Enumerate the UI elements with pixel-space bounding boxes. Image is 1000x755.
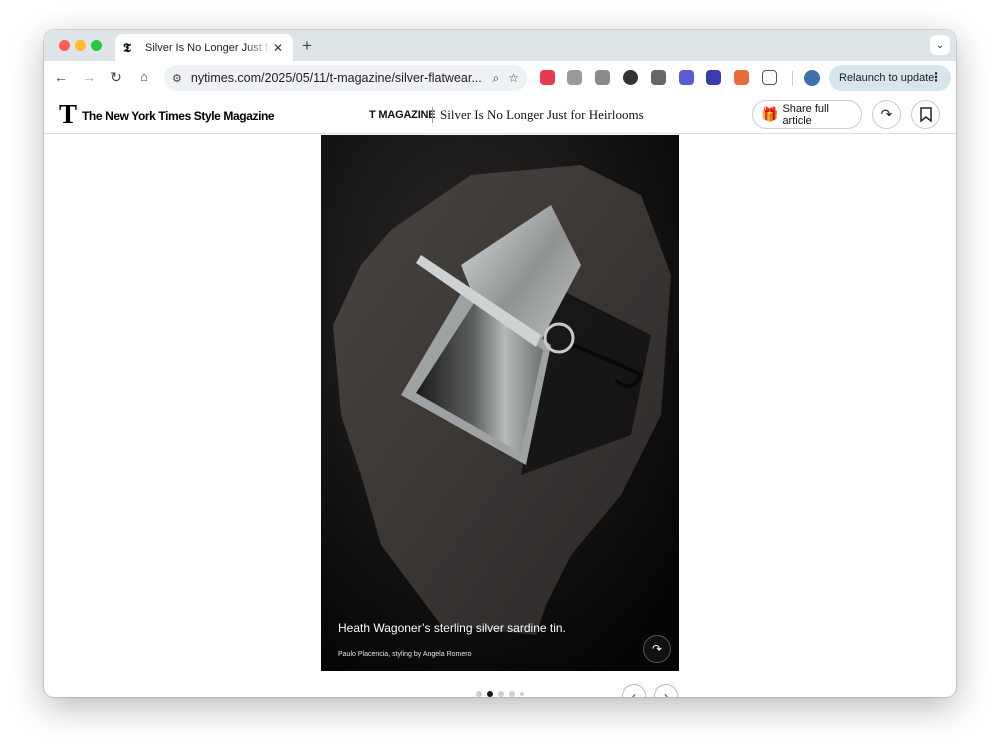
toolbar-divider xyxy=(792,71,793,86)
share-full-article-button[interactable]: 🎁 Share full article xyxy=(752,100,862,129)
next-slide-button[interactable]: › xyxy=(654,684,678,697)
sardine-tin-photo xyxy=(321,135,679,671)
bookmark-icon xyxy=(919,107,932,122)
header-divider xyxy=(432,107,433,123)
slide-dot-5[interactable] xyxy=(520,692,524,696)
previous-slide-button[interactable]: ‹ xyxy=(622,684,646,697)
slide-caption: Heath Wagoner’s sterling silver sardine … xyxy=(338,621,566,635)
slide-dot-1[interactable] xyxy=(476,691,482,697)
tab-strip: 𝕿 Silver Is No Longer Just for Heirlooms… xyxy=(44,30,956,61)
article-header: T The New York Times Style Magazine T MA… xyxy=(44,96,956,134)
relaunch-button[interactable]: Relaunch to update ⋮ xyxy=(829,65,951,91)
browser-window: 𝕿 Silver Is No Longer Just for Heirlooms… xyxy=(44,30,956,697)
slide-dot-2[interactable] xyxy=(487,691,493,697)
camera-extension-icon[interactable] xyxy=(595,70,610,85)
pocket-extension-icon[interactable] xyxy=(540,70,555,85)
extension-icon-6[interactable] xyxy=(679,70,694,85)
url-text[interactable]: nytimes.com/2025/05/11/t-magazine/silver… xyxy=(191,71,484,85)
zoom-icon[interactable]: ⌕ xyxy=(493,71,500,86)
minimize-window-button[interactable] xyxy=(75,40,86,51)
tab-search-button[interactable]: ⌄ xyxy=(930,35,950,55)
slide-dot-4[interactable] xyxy=(509,691,515,697)
profile-avatar[interactable] xyxy=(804,70,820,86)
home-button[interactable]: ⌂ xyxy=(135,69,153,84)
extension-icon-7[interactable] xyxy=(706,70,721,85)
bookmark-star-icon[interactable]: ☆ xyxy=(508,71,519,85)
slide-share-button[interactable]: ↷ xyxy=(643,635,671,663)
menu-dots-icon[interactable]: ⋮ xyxy=(930,70,942,84)
brand-name[interactable]: The New York Times Style Magazine xyxy=(82,109,275,123)
photo-credit: Paulo Placencia, styling by Angela Romer… xyxy=(338,651,472,658)
reload-button[interactable]: ↻ xyxy=(107,69,125,86)
share-full-article-label: Share full article xyxy=(782,102,829,127)
extension-icon-2[interactable] xyxy=(567,70,582,85)
gift-icon: 🎁 xyxy=(761,106,779,122)
save-article-button[interactable] xyxy=(911,100,940,129)
slide-pagination xyxy=(476,691,524,697)
slide-dot-3[interactable] xyxy=(498,691,504,697)
tab-close-icon[interactable]: ✕ xyxy=(271,41,285,55)
tab-title: Silver Is No Longer Just for Heirlooms xyxy=(145,41,271,54)
site-settings-icon[interactable]: ⚙ xyxy=(172,72,182,85)
close-window-button[interactable] xyxy=(59,40,70,51)
t-magazine-logo[interactable]: T xyxy=(59,101,77,128)
share-button[interactable]: ↷ xyxy=(872,100,901,129)
extension-icon-5[interactable] xyxy=(651,70,666,85)
article-headline: Silver Is No Longer Just for Heirlooms xyxy=(440,107,644,122)
browser-toolbar: ← → ↻ ⌂ ⚙ nytimes.com/2025/05/11/t-magaz… xyxy=(44,61,956,96)
share-arrow-icon: ↷ xyxy=(651,642,663,656)
chevron-right-icon: › xyxy=(664,689,668,697)
tab-active[interactable]: 𝕿 Silver Is No Longer Just for Heirlooms… xyxy=(115,34,293,61)
slideshow-image[interactable]: Heath Wagoner’s sterling silver sardine … xyxy=(321,135,679,671)
maximize-window-button[interactable] xyxy=(91,40,102,51)
chevron-left-icon: ‹ xyxy=(632,689,636,697)
extensions-puzzle-icon[interactable] xyxy=(762,70,777,85)
extension-icon-4[interactable] xyxy=(623,70,638,85)
extension-icon-8[interactable] xyxy=(734,70,749,85)
back-button[interactable]: ← xyxy=(52,69,70,85)
share-arrow-icon: ↷ xyxy=(880,106,893,122)
nyt-favicon-icon: 𝕿 xyxy=(123,39,131,55)
section-label[interactable]: T MAGAZINE xyxy=(369,109,436,121)
new-tab-button[interactable]: + xyxy=(302,36,312,56)
address-bar[interactable]: ⚙ nytimes.com/2025/05/11/t-magazine/silv… xyxy=(164,65,527,91)
relaunch-label: Relaunch to update xyxy=(839,72,935,84)
forward-button[interactable]: → xyxy=(80,69,98,85)
